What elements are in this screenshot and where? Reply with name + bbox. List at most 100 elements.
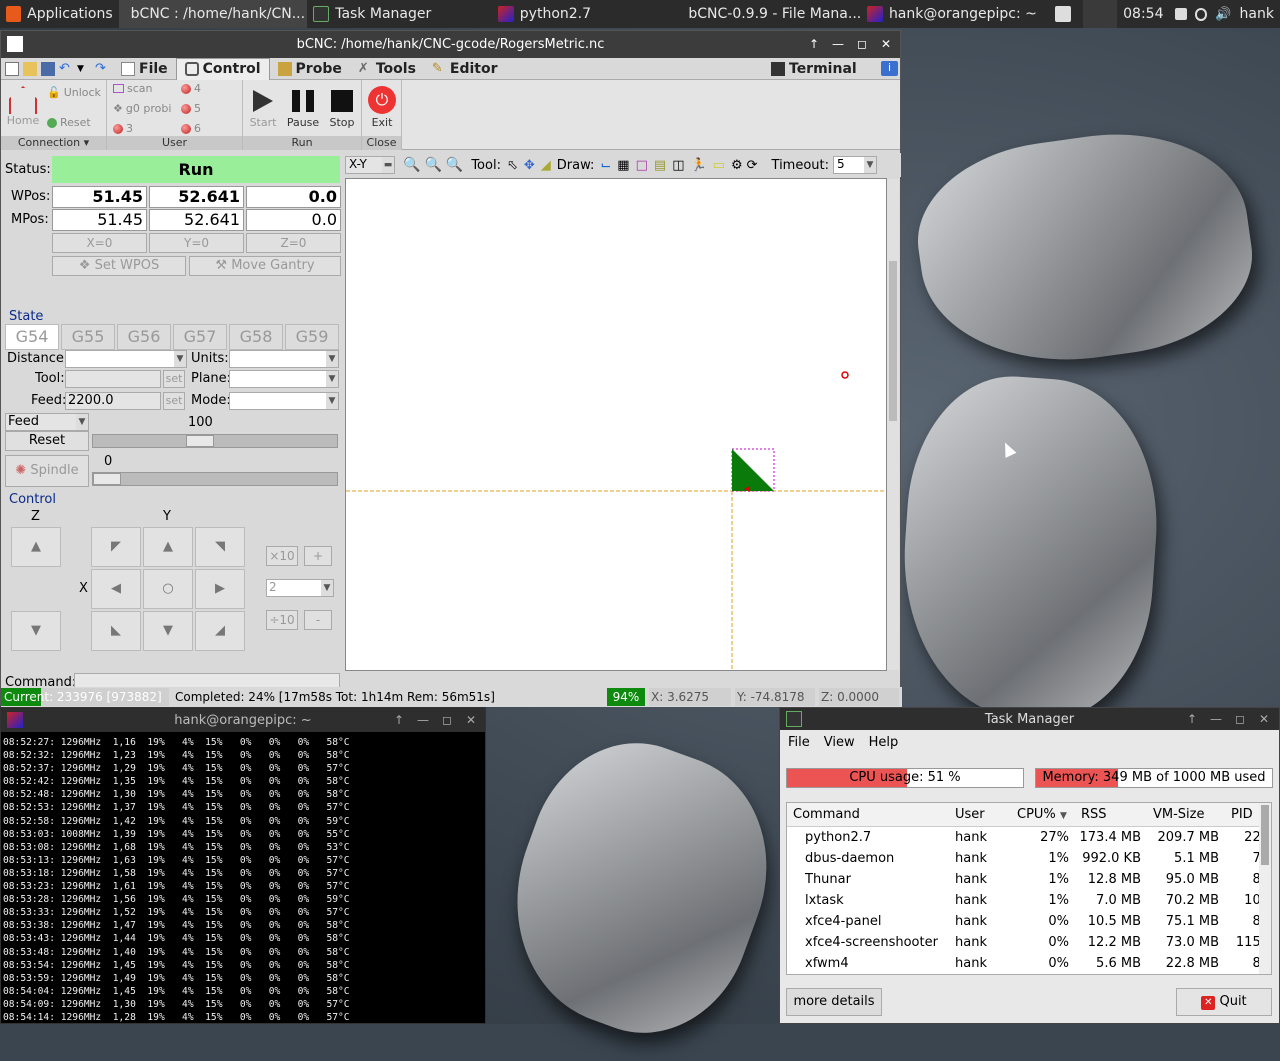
column-command[interactable]: Command bbox=[787, 807, 949, 822]
margins-icon[interactable]: □ bbox=[636, 158, 648, 173]
units-select[interactable]: ▼ bbox=[229, 350, 339, 368]
taskbar-item-task-manager[interactable]: Task Manager bbox=[307, 0, 492, 28]
quit-button[interactable]: ✕ Quit bbox=[1176, 988, 1272, 1016]
move-gantry-button[interactable]: ⚒ Move Gantry bbox=[189, 256, 341, 276]
raise-icon[interactable]: ↑ bbox=[806, 36, 822, 52]
tray[interactable]: 🔊 hank bbox=[1169, 0, 1280, 28]
zoom-fit-icon[interactable]: 🔍 bbox=[446, 157, 463, 173]
camera-icon[interactable]: ⚙ bbox=[731, 158, 743, 173]
jog-xplus-yminus-button[interactable]: ◢ bbox=[195, 611, 245, 651]
undo-icon[interactable]: ↶ bbox=[59, 61, 73, 76]
pause-button[interactable]: Pause bbox=[285, 90, 321, 129]
spindle-button[interactable]: ✺ Spindle bbox=[5, 455, 89, 487]
zero-x-button[interactable]: X=0 bbox=[52, 233, 147, 253]
menu-help[interactable]: Help bbox=[869, 735, 899, 750]
window-titlebar[interactable]: Task Manager ↑ — ◻ ✕ bbox=[780, 708, 1279, 730]
workarea-icon[interactable]: ◫ bbox=[672, 158, 684, 173]
taskbar-item-terminal[interactable]: hank@orangepipc: ~ bbox=[861, 0, 1050, 28]
jog-home-button[interactable]: ○ bbox=[143, 569, 193, 609]
redraw-icon[interactable]: ⟳ bbox=[747, 158, 758, 173]
scrollbar-thumb[interactable] bbox=[1261, 805, 1269, 865]
tab-tools[interactable]: ✗ Tools bbox=[350, 58, 424, 80]
zero-z-button[interactable]: Z=0 bbox=[246, 233, 341, 253]
jog-xplus-yplus-button[interactable]: ◥ bbox=[195, 527, 245, 567]
connection-dropdown[interactable]: Connection ▾ bbox=[1, 136, 106, 150]
unlock-button[interactable]: 🔓 Unlock bbox=[47, 86, 101, 99]
override-select[interactable]: Feed ▼ bbox=[5, 413, 89, 431]
slider-thumb[interactable] bbox=[186, 435, 215, 447]
table-row[interactable]: xfce4-screenshooter hank 0% 12.2 MB 73.0 MB 1… bbox=[787, 932, 1271, 953]
step-x10-button[interactable]: ×10 bbox=[266, 546, 298, 566]
jog-xminus-yminus-button[interactable]: ◣ bbox=[91, 611, 141, 651]
paths-icon[interactable]: ▭ bbox=[713, 158, 725, 173]
maximize-icon[interactable]: ◻ bbox=[1232, 711, 1248, 727]
tab-g54[interactable]: G54 bbox=[5, 324, 59, 350]
table-row[interactable]: lxtask hank 1% 7.0 MB 70.2 MB 101 bbox=[787, 890, 1271, 911]
jog-y-up-button[interactable]: ▲ bbox=[143, 527, 193, 567]
new-file-icon[interactable] bbox=[5, 61, 19, 76]
window-titlebar[interactable]: hank@orangepipc: ~ ↑ — ◻ ✕ bbox=[1, 708, 485, 732]
close-icon[interactable]: ✕ bbox=[1256, 711, 1272, 727]
slider-thumb[interactable] bbox=[93, 473, 121, 485]
jog-x-left-button[interactable]: ◀ bbox=[91, 569, 141, 609]
user-menu[interactable]: hank bbox=[1240, 6, 1274, 22]
user-button-4[interactable]: 4 bbox=[181, 82, 201, 95]
tab-probe[interactable]: Probe bbox=[270, 58, 350, 80]
exit-button[interactable]: ⏻ Exit bbox=[366, 86, 398, 129]
rapid-icon[interactable]: 🏃 bbox=[690, 158, 706, 173]
pan-tool-icon[interactable]: ✥ bbox=[524, 158, 535, 173]
minimize-icon[interactable]: — bbox=[830, 36, 846, 52]
g0probe-button[interactable]: ❖ g0 probi bbox=[113, 102, 171, 115]
close-icon[interactable]: ✕ bbox=[463, 712, 479, 728]
save-icon[interactable] bbox=[41, 61, 55, 76]
jog-y-down-button[interactable]: ▼ bbox=[143, 611, 193, 651]
probe-draw-icon[interactable]: ▤ bbox=[654, 158, 666, 173]
terminal-output[interactable]: 08:52:27: 1296MHz 1,16 19% 4% 15% 0% 0% … bbox=[1, 732, 485, 1028]
minimize-icon[interactable]: — bbox=[1208, 711, 1224, 727]
tab-control[interactable]: Control bbox=[175, 57, 270, 80]
tab-g59[interactable]: G59 bbox=[285, 324, 339, 350]
table-row[interactable]: python2.7 hank 27% 173.4 MB 209.7 MB 221 bbox=[787, 827, 1271, 848]
column-cpu[interactable]: CPU% ▼ bbox=[1011, 807, 1075, 822]
view-select[interactable]: X-Y ▬ bbox=[345, 156, 395, 174]
table-row[interactable]: xfwm4hank0%5.6 MB22.8 MB81 bbox=[787, 953, 1271, 974]
select-tool-icon[interactable]: ⬁ bbox=[507, 158, 518, 173]
info-icon[interactable]: i bbox=[881, 61, 898, 76]
distance-select[interactable]: ▼ bbox=[65, 350, 187, 368]
zoom-in-icon[interactable]: 🔍 bbox=[403, 157, 420, 173]
taskbar-item-file-manager[interactable]: bCNC-0.9.9 - File Mana... bbox=[676, 0, 861, 28]
applications-menu[interactable]: Applications bbox=[0, 0, 119, 28]
scan-button[interactable]: scan bbox=[113, 82, 153, 95]
feed-set-button[interactable]: set bbox=[163, 392, 185, 410]
workspace-switcher-2[interactable] bbox=[1083, 0, 1118, 28]
tab-g57[interactable]: G57 bbox=[173, 324, 227, 350]
jog-z-up-button[interactable]: ▲ bbox=[11, 527, 61, 567]
tool-set-button[interactable]: set bbox=[163, 370, 185, 388]
tab-g55[interactable]: G55 bbox=[61, 324, 115, 350]
tool-input[interactable] bbox=[65, 370, 161, 388]
more-details-button[interactable]: more details bbox=[786, 988, 882, 1016]
step-minus-button[interactable]: - bbox=[304, 610, 332, 630]
table-row[interactable]: xfce4-panelhank0%10.5 MB75.1 MB81 bbox=[787, 911, 1271, 932]
menu-file[interactable]: File bbox=[788, 735, 810, 750]
redo-icon[interactable]: ↷ bbox=[95, 61, 109, 76]
undo-dropdown-icon[interactable]: ▼ bbox=[77, 62, 91, 76]
jog-z-down-button[interactable]: ▼ bbox=[11, 611, 61, 651]
start-button[interactable]: Start bbox=[247, 90, 279, 129]
tab-g58[interactable]: G58 bbox=[229, 324, 283, 350]
user-button-5[interactable]: 5 bbox=[181, 102, 201, 115]
maximize-icon[interactable]: ◻ bbox=[439, 712, 455, 728]
plane-select[interactable]: ▼ bbox=[229, 370, 339, 388]
table-row[interactable]: Thunarhank1%12.8 MB95.0 MB81 bbox=[787, 869, 1271, 890]
raise-icon[interactable]: ↑ bbox=[391, 712, 407, 728]
axes-icon[interactable]: ⌙ bbox=[600, 158, 611, 173]
mode-select[interactable]: ▼ bbox=[229, 392, 339, 410]
step-plus-button[interactable]: + bbox=[304, 546, 332, 566]
feed-input[interactable]: 2200.0 bbox=[65, 392, 161, 410]
ruler-tool-icon[interactable]: ◢ bbox=[541, 158, 551, 173]
open-folder-icon[interactable] bbox=[23, 61, 37, 76]
vertical-scrollbar[interactable] bbox=[1259, 803, 1271, 974]
user-button-3[interactable]: 3 bbox=[113, 122, 133, 135]
step-size-select[interactable]: 2 ▼ bbox=[266, 579, 334, 597]
power-icon[interactable] bbox=[1194, 7, 1208, 21]
